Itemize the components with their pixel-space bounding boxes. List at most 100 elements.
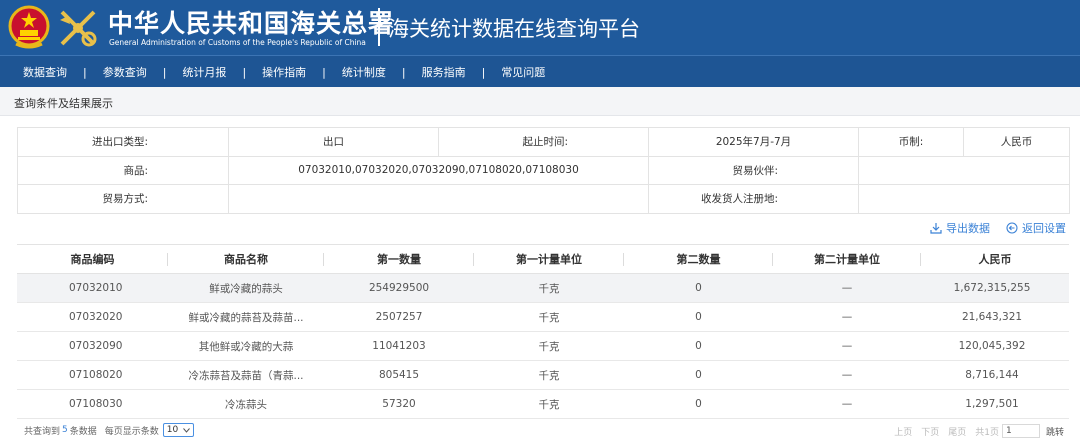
national-emblem-icon	[8, 5, 50, 49]
cell-unit1: 千克	[474, 302, 624, 332]
cell-qty1: 805415	[324, 360, 474, 390]
page-number-input[interactable]: 1	[1001, 424, 1040, 438]
main-nav: 数据查询 | 参数查询 | 统计月报 | 操作指南 | 统计制度 | 服务指南 …	[0, 55, 1080, 87]
nav-item-monthly-report[interactable]: 统计月报	[182, 64, 226, 80]
breadcrumb: 查询条件及结果展示	[0, 87, 1080, 116]
period-label: 起止时间:	[438, 127, 649, 157]
org-name-en: General Administration of Customs of the…	[109, 38, 366, 47]
jump-button[interactable]: 跳转	[1046, 425, 1064, 438]
partner-value	[858, 155, 1070, 185]
org-name-cn: 中华人民共和国海关总署	[108, 9, 395, 38]
customs-logo-icon	[60, 10, 97, 47]
col-header-qty2[interactable]: 第二数量	[624, 244, 773, 274]
cell-qty1: 2507257	[324, 302, 474, 332]
trade-mode-label: 贸易方式:	[17, 184, 229, 214]
nav-item-faq[interactable]: 常见问题	[501, 64, 545, 80]
page-size-select[interactable]: 10	[162, 423, 194, 437]
cell-name: 其他鲜或冷藏的大蒜	[168, 331, 324, 361]
nav-item-guide[interactable]: 操作指南	[262, 64, 306, 80]
goods-label: 商品:	[17, 155, 229, 185]
total-count: 5	[62, 425, 68, 435]
cell-rmb: 1,297,501	[921, 389, 1069, 419]
cell-qty1: 11041203	[324, 331, 474, 361]
cell-unit2: —	[773, 273, 921, 303]
period-value: 2025年7月-7月	[648, 127, 859, 157]
table-row[interactable]: 07108020 冷冻蒜苔及蒜苗（青蒜... 805415 千克 0 — 8,7…	[17, 360, 1069, 390]
results-table: 商品编码 商品名称 第一数量 第一计量单位 第二数量 第二计量单位 人民币 07…	[17, 244, 1069, 419]
cell-code: 07108020	[17, 360, 168, 390]
col-header-rmb[interactable]: 人民币	[921, 244, 1069, 274]
cell-unit2: —	[773, 389, 921, 419]
partner-label: 贸易伙伴:	[648, 155, 859, 185]
download-icon	[930, 223, 942, 234]
result-summary: 共查询到 5 条数据 每页显示条数 10	[24, 423, 194, 437]
cell-name: 冷冻蒜苔及蒜苗（青蒜...	[168, 360, 324, 390]
nav-item-service-guide[interactable]: 服务指南	[422, 64, 466, 80]
registration-value	[858, 184, 1070, 214]
nav-item-data-query[interactable]: 数据查询	[23, 64, 67, 80]
cell-code: 07108030	[17, 389, 168, 419]
table-row[interactable]: 07108030 冷冻蒜头 57320 千克 0 — 1,297,501	[17, 389, 1069, 419]
nav-separator: |	[83, 65, 87, 79]
query-conditions-table: 进出口类型: 出口 起止时间: 2025年7月-7月 币制: 人民币 商品: 0…	[17, 127, 1070, 214]
return-settings-button[interactable]: 返回设置	[1006, 220, 1066, 236]
cell-rmb: 8,716,144	[921, 360, 1069, 390]
cell-code: 07032010	[17, 273, 168, 303]
export-data-label: 导出数据	[946, 222, 990, 235]
nav-item-stat-system[interactable]: 统计制度	[342, 64, 386, 80]
last-page-button[interactable]: 尾页	[948, 425, 966, 438]
cell-qty1: 254929500	[324, 273, 474, 303]
currency-value: 人民币	[963, 127, 1070, 157]
currency-label: 币制:	[858, 127, 964, 157]
breadcrumb-label: 查询条件及结果展示	[14, 97, 113, 110]
col-header-unit2[interactable]: 第二计量单位	[773, 244, 921, 274]
nav-item-param-query[interactable]: 参数查询	[103, 64, 147, 80]
cell-unit1: 千克	[474, 389, 624, 419]
nav-separator: |	[242, 65, 247, 79]
cell-unit2: —	[773, 302, 921, 332]
col-header-unit1[interactable]: 第一计量单位	[474, 244, 624, 274]
header-banner: 中华人民共和国海关总署 General Administration of Cu…	[0, 0, 1080, 55]
cell-unit1: 千克	[474, 360, 624, 390]
cell-name: 鲜或冷藏的蒜苔及蒜苗...	[168, 302, 324, 332]
col-header-name[interactable]: 商品名称	[168, 244, 324, 274]
cell-qty2: 0	[624, 360, 773, 390]
cell-code: 07032090	[17, 331, 168, 361]
registration-label: 收发货人注册地:	[648, 184, 859, 214]
cell-unit1: 千克	[474, 273, 624, 303]
cell-qty2: 0	[624, 302, 773, 332]
cell-unit1: 千克	[474, 331, 624, 361]
cell-rmb: 120,045,392	[921, 331, 1069, 361]
prev-page-button[interactable]: 上页	[894, 425, 912, 438]
total-prefix: 共查询到	[24, 426, 61, 437]
col-header-code[interactable]: 商品编码	[17, 244, 168, 274]
cell-qty2: 0	[624, 389, 773, 419]
nav-separator: |	[401, 65, 406, 79]
cell-name: 冷冻蒜头	[168, 389, 324, 419]
banner-divider	[378, 8, 380, 46]
cell-unit2: —	[773, 360, 921, 390]
table-row[interactable]: 07032010 鲜或冷藏的蒜头 254929500 千克 0 — 1,672,…	[17, 273, 1069, 303]
total-suffix: 条数据	[69, 426, 97, 437]
table-row[interactable]: 07032090 其他鲜或冷藏的大蒜 11041203 千克 0 — 120,0…	[17, 331, 1069, 361]
cell-rmb: 1,672,315,255	[921, 273, 1069, 303]
page-size-label: 每页显示条数	[104, 426, 159, 437]
nav-separator: |	[322, 65, 326, 79]
goods-value: 07032010,07032020,07032090,07108020,0710…	[228, 155, 649, 185]
return-settings-label: 返回设置	[1022, 222, 1066, 235]
total-pages: 共1页	[975, 427, 999, 438]
back-circle-icon	[1006, 222, 1018, 234]
next-page-button[interactable]: 下页	[921, 425, 939, 438]
col-header-qty1[interactable]: 第一数量	[324, 244, 474, 274]
results-header-row: 商品编码 商品名称 第一数量 第一计量单位 第二数量 第二计量单位 人民币	[17, 244, 1069, 274]
nav-separator: |	[162, 65, 167, 79]
cell-unit2: —	[773, 331, 921, 361]
table-row[interactable]: 07032020 鲜或冷藏的蒜苔及蒜苗... 2507257 千克 0 — 21…	[17, 302, 1069, 332]
trade-mode-value	[228, 184, 649, 214]
trade-type-label: 进出口类型:	[17, 127, 229, 157]
trade-type-value: 出口	[228, 127, 439, 157]
cell-qty2: 0	[624, 331, 773, 361]
cell-name: 鲜或冷藏的蒜头	[168, 273, 324, 303]
export-data-button[interactable]: 导出数据	[930, 220, 990, 236]
pagination: 上页 下页 尾页 共1页 1 跳转	[885, 424, 1064, 438]
